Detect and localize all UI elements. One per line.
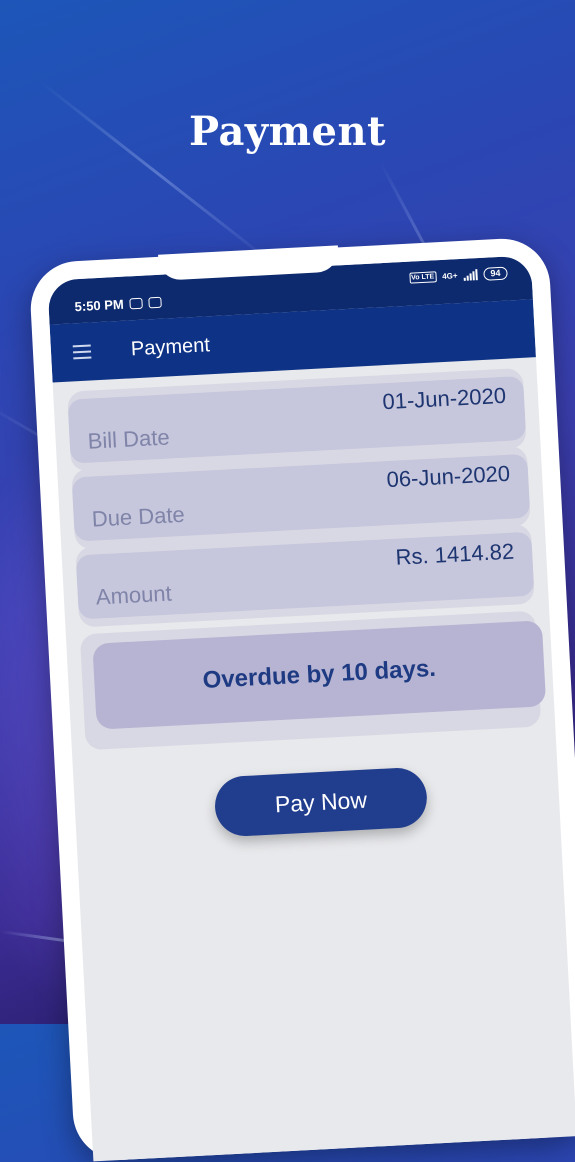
phone-screen: 5:50 PM Vo LTE 4G+ 94 Payment Bill Date — [47, 255, 575, 1162]
network-type: 4G+ — [442, 271, 458, 281]
bill-date-value: 01-Jun-2020 — [381, 382, 507, 415]
due-date-value: 06-Jun-2020 — [385, 460, 511, 493]
pay-now-button[interactable]: Pay Now — [213, 766, 429, 838]
instagram-icon — [129, 297, 144, 310]
due-date-label: Due Date — [91, 501, 186, 532]
volte-icon: Vo LTE — [408, 271, 437, 284]
mail-icon — [148, 296, 162, 309]
overdue-card: Overdue by 10 days. — [79, 610, 547, 751]
amount-value: Rs. 1414.82 — [394, 538, 515, 570]
amount-label: Amount — [95, 580, 173, 610]
battery-icon: 94 — [483, 266, 508, 281]
app-bar-title: Payment — [130, 333, 211, 360]
status-time: 5:50 PM — [74, 296, 125, 315]
signal-icon — [463, 269, 478, 281]
hero-title: Payment — [189, 108, 386, 155]
phone-frame: 5:50 PM Vo LTE 4G+ 94 Payment Bill Date — [28, 236, 575, 1162]
status-time-group: 5:50 PM — [74, 295, 162, 315]
bill-date-label: Bill Date — [87, 424, 171, 454]
amount-row: Amount Rs. 1414.82 — [75, 531, 535, 620]
overdue-message: Overdue by 10 days. — [92, 620, 547, 730]
hamburger-menu-icon[interactable] — [72, 344, 92, 360]
status-indicators: Vo LTE 4G+ 94 — [408, 266, 508, 285]
